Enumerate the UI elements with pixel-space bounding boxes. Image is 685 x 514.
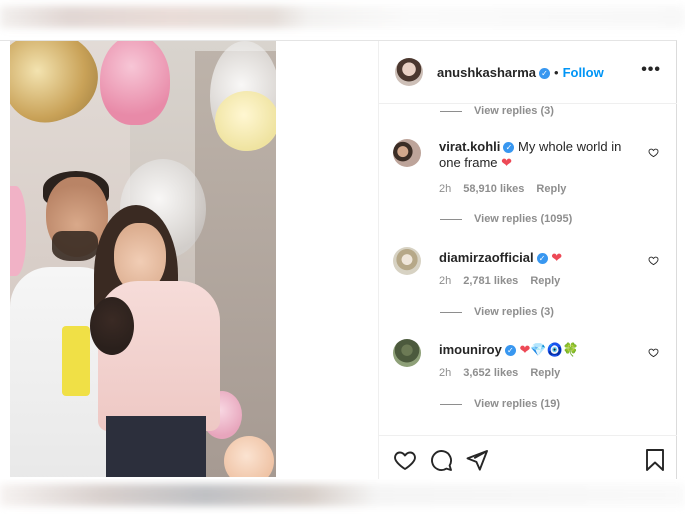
post-sidebar: anushkasharma ✓ • Follow ••• View replies (… (378, 41, 677, 479)
share-icon[interactable] (465, 448, 489, 472)
comment-body: diamirzaofficial ✓ ❤ (439, 250, 633, 267)
comment-like-icon[interactable] (648, 255, 659, 266)
view-replies-link[interactable]: View replies (1095) (440, 213, 572, 225)
comment-likes[interactable]: 2,781 likes (463, 275, 518, 287)
reply-button[interactable]: Reply (530, 275, 560, 287)
comment-time: 2h (439, 367, 452, 379)
follow-button[interactable]: Follow (563, 65, 604, 80)
comment-time: 2h (439, 183, 452, 195)
commenter-username[interactable]: diamirzaofficial (439, 250, 534, 265)
comment-body: imouniroy ✓ ❤💎🧿🍀 (439, 342, 633, 359)
commenter-avatar[interactable] (393, 247, 421, 275)
action-bar (379, 435, 677, 480)
author-row: anushkasharma ✓ • Follow (437, 65, 604, 80)
verified-icon: ✓ (503, 142, 515, 153)
comment-item: imouniroy ✓ ❤💎🧿🍀 2h 3,652 likes Reply (393, 339, 663, 399)
verified-icon: ✓ (536, 253, 548, 264)
commenter-avatar[interactable] (393, 339, 421, 367)
author-username[interactable]: anushkasharma (437, 65, 536, 80)
comment-meta: 2h 58,910 likes Reply (439, 183, 578, 195)
background-blur-top (0, 6, 685, 28)
comment-likes[interactable]: 58,910 likes (463, 183, 524, 195)
like-icon[interactable] (393, 448, 417, 472)
verified-icon: ✓ (504, 345, 516, 356)
reply-button[interactable]: Reply (530, 367, 560, 379)
commenter-username[interactable]: virat.kohli (439, 139, 500, 154)
comment-time: 2h (439, 275, 452, 287)
post-photo[interactable] (10, 41, 276, 477)
post-header: anushkasharma ✓ • Follow ••• (379, 41, 677, 104)
comment-emoji: ❤ (551, 251, 563, 266)
comment-icon[interactable] (429, 448, 453, 472)
comment-like-icon[interactable] (648, 347, 659, 358)
author-avatar[interactable] (395, 58, 423, 86)
comment-body: virat.kohli ✓ My whole world in one frame… (439, 139, 633, 172)
more-icon[interactable]: ••• (641, 61, 661, 79)
comment-like-icon[interactable] (648, 147, 659, 158)
view-replies-link[interactable]: View replies (19) (440, 398, 560, 410)
comment-meta: 2h 3,652 likes Reply (439, 367, 572, 379)
save-icon[interactable] (643, 448, 667, 472)
verified-icon: ✓ (539, 68, 550, 79)
commenter-username[interactable]: imouniroy (439, 342, 502, 357)
comment-emoji: ❤ (501, 156, 513, 171)
separator-dot: • (554, 65, 559, 80)
comment-likes[interactable]: 3,652 likes (463, 367, 518, 379)
view-replies-link[interactable]: View replies (3) (440, 306, 554, 318)
comment-item: diamirzaofficial ✓ ❤ 2h 2,781 likes Reply (393, 247, 663, 307)
background-blur-bottom (0, 484, 685, 506)
reply-button[interactable]: Reply (536, 183, 566, 195)
view-replies-link[interactable]: View replies (3) (440, 105, 554, 117)
comment-emoji: ❤💎🧿🍀 (519, 343, 579, 358)
commenter-avatar[interactable] (393, 139, 421, 167)
comment-meta: 2h 2,781 likes Reply (439, 275, 572, 287)
instagram-post: anushkasharma ✓ • Follow ••• View replies (… (0, 40, 677, 479)
